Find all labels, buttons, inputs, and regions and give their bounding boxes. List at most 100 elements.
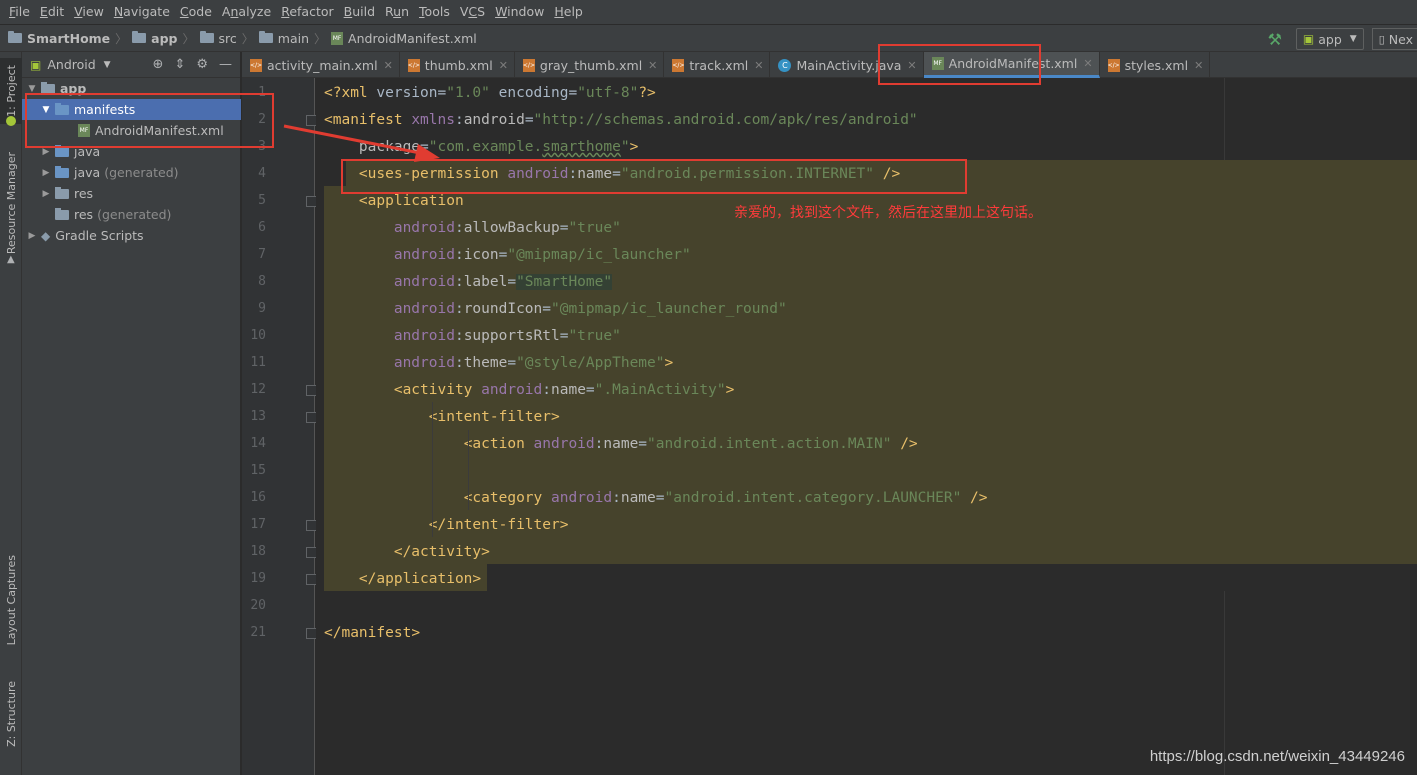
- annotation-box-permission-line: [341, 159, 967, 194]
- line-number: 13: [250, 409, 266, 424]
- breadcrumb-file[interactable]: MF AndroidManifest.xml: [331, 31, 477, 46]
- breadcrumb-project[interactable]: SmartHome: [8, 31, 110, 46]
- code-line: android:roundIcon="@mipmap/ic_launcher_r…: [393, 301, 787, 317]
- run-toolbar: ⚒ ▣ app ▼ ▯ Nex: [1268, 25, 1417, 53]
- close-icon[interactable]: ✕: [499, 59, 508, 72]
- locate-icon[interactable]: ⊕: [153, 57, 164, 72]
- breadcrumb-src[interactable]: src: [199, 31, 237, 46]
- minimize-icon[interactable]: —: [219, 57, 232, 72]
- line-number: 20: [250, 598, 266, 613]
- code-line: </activity>: [393, 544, 490, 560]
- tool-window-strip: 1: Project Resource Manager ▲ Layout Cap…: [0, 52, 22, 775]
- code-line: android:theme="@style/AppTheme">: [393, 355, 674, 371]
- code-line: android:icon="@mipmap/ic_launcher": [393, 247, 691, 263]
- close-icon[interactable]: ✕: [384, 59, 393, 72]
- expand-arrow-icon[interactable]: ▶: [40, 189, 52, 199]
- breadcrumb-module[interactable]: app: [132, 31, 178, 46]
- watermark: https://blog.csdn.net/weixin_43449246: [1149, 748, 1405, 765]
- tab-gray-thumb-xml[interactable]: </> gray_thumb.xml ✕: [515, 52, 665, 78]
- line-number: 11: [250, 355, 266, 370]
- device-select[interactable]: ▯ Nex: [1371, 28, 1417, 50]
- android-icon: ▣: [1302, 32, 1315, 46]
- gear-icon[interactable]: ⚙: [196, 57, 208, 72]
- collapse-all-icon[interactable]: ⇕: [174, 57, 185, 72]
- tool-tab-structure[interactable]: Z: Structure: [0, 672, 22, 756]
- editor-gutter: 1 2 3 4 5 6 7 8 9 10 11 12 13 14 15 16 17 18 19 20 21: [242, 78, 342, 775]
- menu-help[interactable]: Help: [549, 0, 588, 24]
- xml-file-icon: </>: [672, 58, 684, 72]
- tool-tab-resource-manager[interactable]: Resource Manager: [0, 148, 22, 258]
- tab-track-xml[interactable]: </> track.xml ✕: [664, 52, 771, 78]
- tab-label: gray_thumb.xml: [539, 57, 643, 73]
- close-icon[interactable]: ✕: [754, 59, 763, 72]
- expand-arrow-icon[interactable]: ▶: [40, 168, 52, 178]
- menu-window[interactable]: Window: [490, 0, 549, 24]
- xml-file-icon: </>: [1107, 58, 1120, 72]
- menu-refactor[interactable]: Refactor: [276, 0, 338, 24]
- menu-edit[interactable]: Edit: [35, 0, 69, 24]
- xml-file-icon: </>: [522, 58, 535, 72]
- tab-styles-xml[interactable]: </> styles.xml ✕: [1100, 52, 1211, 78]
- code-line: <action android:name="android.intent.act…: [463, 436, 918, 452]
- code-line: </application>: [358, 571, 482, 587]
- java-class-icon: C: [778, 58, 792, 72]
- code-line: android:allowBackup="true": [393, 220, 621, 236]
- menu-code[interactable]: Code: [175, 0, 217, 24]
- line-number: 18: [250, 544, 266, 559]
- menu-analyze[interactable]: Analyze: [217, 0, 276, 24]
- code-line: <intent-filter>: [428, 409, 560, 425]
- menu-tools[interactable]: Tools: [414, 0, 455, 24]
- tool-tab-project[interactable]: 1: Project: [0, 58, 22, 124]
- tab-label: track.xml: [689, 57, 749, 73]
- dropdown-arrow-icon: ▼: [1349, 34, 1357, 44]
- line-number: 5: [258, 193, 266, 208]
- tab-thumb-xml[interactable]: </> thumb.xml ✕: [400, 52, 515, 78]
- line-number: 9: [258, 301, 266, 316]
- android-icon: ▣: [30, 57, 42, 72]
- android-icon: [6, 116, 16, 126]
- close-icon[interactable]: ✕: [648, 59, 657, 72]
- annotation-box-manifest-tab: [878, 44, 1041, 85]
- menu-vcs[interactable]: VCS: [455, 0, 490, 24]
- xml-file-icon: </>: [250, 58, 262, 72]
- expand-arrow-icon[interactable]: ▶: [40, 147, 52, 157]
- folder-icon: [55, 144, 69, 157]
- menu-navigate[interactable]: Navigate: [109, 0, 175, 24]
- project-panel: ▣ Android ▼ ⊕ ⇕ ⚙ — ▼ app ▼ manifests MF…: [22, 52, 241, 775]
- line-number: 21: [250, 625, 266, 640]
- tree-item-res-generated[interactable]: res (generated): [22, 204, 241, 225]
- code-line: <?xml version="1.0" encoding="utf-8"?>: [324, 85, 656, 101]
- close-icon[interactable]: ✕: [1083, 57, 1092, 70]
- tab-label: styles.xml: [1124, 57, 1189, 73]
- code-line: package="com.example.smarthome">: [358, 139, 639, 155]
- gradle-icon: ◆: [41, 228, 51, 243]
- tool-tab-layout-captures[interactable]: Layout Captures: [0, 548, 22, 652]
- xml-file-icon: </>: [407, 58, 420, 72]
- editor-tab-bar: </> activity_main.xml ✕ </> thumb.xml ✕ </> gra…: [242, 52, 1417, 78]
- menu-view[interactable]: View: [69, 0, 109, 24]
- highlight-trim: [487, 564, 1417, 591]
- breadcrumb-main[interactable]: main: [258, 31, 309, 46]
- tree-item-java-generated[interactable]: ▶ java (generated): [22, 162, 241, 183]
- folder-icon: [8, 31, 22, 43]
- tab-activity-main-xml[interactable]: </> activity_main.xml ✕: [242, 52, 400, 78]
- expand-arrow-icon[interactable]: ▼: [26, 84, 38, 94]
- tree-item-res[interactable]: ▶ res: [22, 183, 241, 204]
- menu-build[interactable]: Build: [339, 0, 380, 24]
- resource-folder-icon: [55, 186, 69, 199]
- menu-bar: File Edit View Navigate Code Analyze Refactor B…: [0, 0, 1417, 24]
- view-selector[interactable]: Android: [47, 57, 95, 72]
- expand-arrow-icon[interactable]: ▶: [26, 231, 38, 241]
- folder-icon: [258, 31, 273, 43]
- line-number: 19: [250, 571, 266, 586]
- run-configuration-select[interactable]: ▣ app ▼: [1295, 28, 1364, 50]
- menu-file[interactable]: File: [4, 0, 35, 24]
- code-line: <manifest xmlns:android="http://schemas.…: [324, 112, 918, 128]
- hammer-icon[interactable]: ⚒: [1268, 30, 1282, 49]
- code-line: <category android:name="android.intent.c…: [463, 490, 988, 506]
- tree-item-gradle-scripts[interactable]: ▶ ◆ Gradle Scripts: [22, 225, 241, 246]
- menu-run[interactable]: Run: [380, 0, 414, 24]
- close-icon[interactable]: ✕: [1194, 59, 1203, 72]
- code-line: android:label="SmartHome": [393, 274, 613, 290]
- dropdown-arrow-icon[interactable]: ▼: [104, 60, 111, 70]
